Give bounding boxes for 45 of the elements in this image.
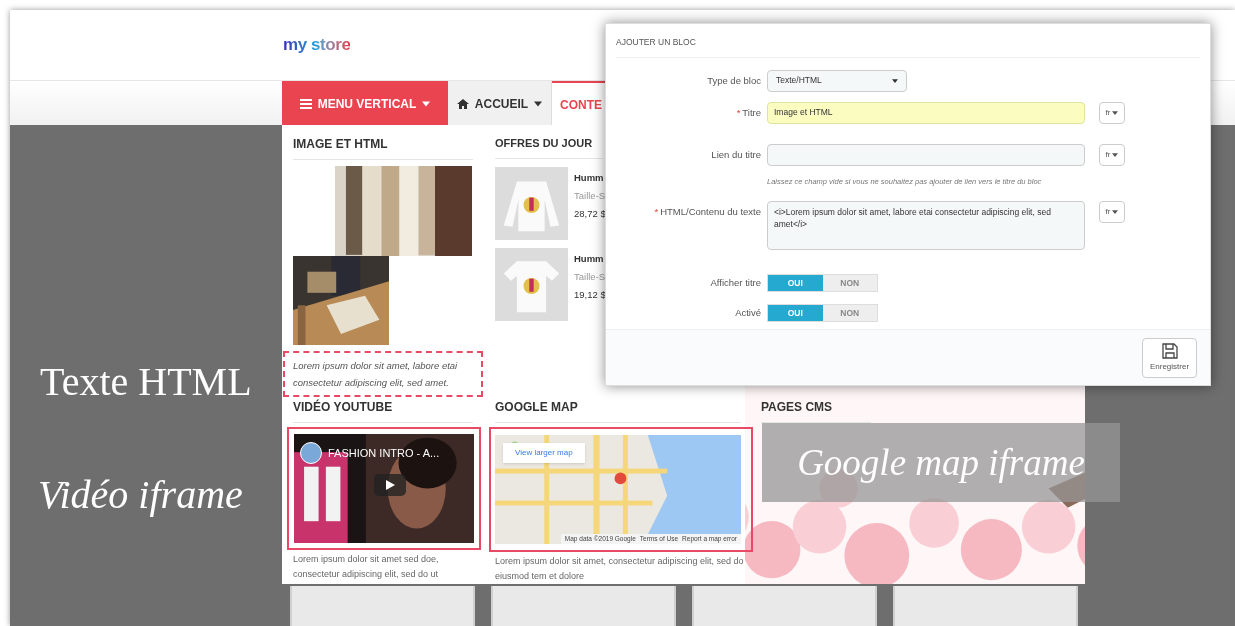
overlay-caption: Google map iframe <box>762 423 1120 502</box>
section-heading: VIDÉO YOUTUBE <box>293 398 473 423</box>
home-icon <box>456 98 469 109</box>
required-mark: * <box>736 105 741 120</box>
select-value: Texte/HTML <box>776 74 822 88</box>
overlay-caption: Vidéo iframe <box>38 471 243 519</box>
text-field[interactable] <box>767 143 1085 166</box>
play-icon[interactable] <box>374 474 406 496</box>
field-label: Afficher titre <box>710 275 761 290</box>
menu-button[interactable]: MENU VERTICAL <box>282 81 448 126</box>
caption-text: Lorem ipsum dolor sit amet, labore etai consectetur adipiscing elit, sed amet. <box>283 351 483 397</box>
description-text: Lorem ipsum dolor sit amet sed doe, consectetur adipiscing elit, sed do ut <box>292 553 440 581</box>
video-embed[interactable]: FASHION INTRO - A... <box>287 427 481 550</box>
field-label: Titre <box>742 105 761 120</box>
section-heading: OFFRES DU JOUR <box>495 135 603 159</box>
language-button[interactable]: fr <box>1099 101 1125 124</box>
save-icon <box>1161 343 1178 359</box>
caret-icon <box>892 78 898 83</box>
caret-icon <box>1112 152 1119 157</box>
video-title[interactable]: FASHION INTRO - A... <box>328 444 440 462</box>
nav-tab[interactable]: ACCUEIL <box>448 81 552 126</box>
overlay-caption: Texte HTML <box>40 358 252 406</box>
caret-icon <box>1112 210 1119 214</box>
text-area[interactable]: <i>Lorem ipsum dolor sit amet, labore etai consectetur adipiscing elit, sed amet</i> <box>767 201 1085 250</box>
caret-icon <box>534 100 543 107</box>
field-label: Activé <box>735 305 761 320</box>
menu-icon <box>299 98 312 109</box>
field-label: Lien du titre <box>711 147 761 162</box>
caret-icon <box>422 100 431 107</box>
field-label: HTML/Contenu du texte <box>660 205 761 219</box>
section-heading: GOOGLE MAP <box>495 398 741 423</box>
language-button[interactable]: fr <box>1099 201 1125 223</box>
product-name[interactable]: Humm <box>574 170 606 185</box>
caret-icon <box>1112 110 1119 115</box>
product-name[interactable]: Humm <box>574 251 606 266</box>
field-label: Type de bloc <box>707 73 761 88</box>
save-button[interactable]: Enregistrer <box>1142 338 1197 378</box>
required-mark: * <box>654 205 659 219</box>
view-larger-map-link[interactable]: View larger map <box>503 443 585 463</box>
modal-title: AJOUTER UN BLOC <box>616 36 1200 58</box>
text-field[interactable]: Image et HTML <box>767 101 1085 124</box>
section-heading: IMAGE ET HTML <box>293 135 473 160</box>
language-button[interactable]: fr <box>1099 143 1125 166</box>
description-text: Lorem ipsum dolor sit amet, consectetur adipiscing elit, sed do eiusmod tem et dolore <box>495 555 745 583</box>
select-field[interactable]: Texte/HTML <box>767 69 907 92</box>
